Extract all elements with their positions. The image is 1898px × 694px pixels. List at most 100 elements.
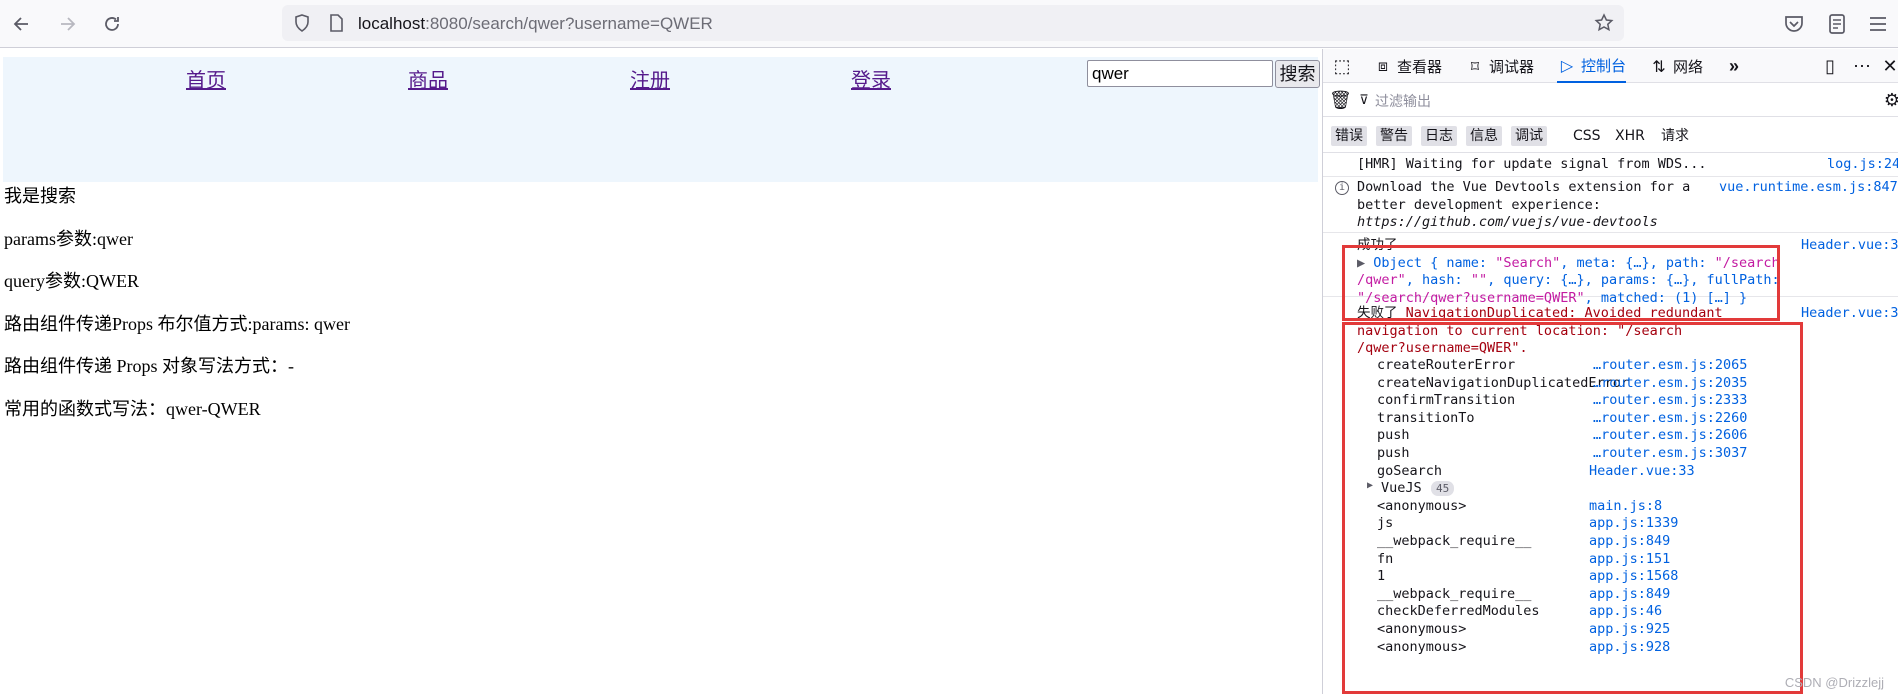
props-boolean-text: 路由组件传递Props 布尔值方式:params: qwer — [4, 314, 350, 334]
stack-frame-function: transitionTo — [1377, 409, 1475, 426]
vue-source-link[interactable]: vue.runtime.esm.js:8473 — [1719, 179, 1898, 195]
tab-debugger-label: 调试器 — [1489, 57, 1535, 76]
nav-home-link[interactable]: 首页 — [186, 64, 226, 93]
params-text: params参数:qwer — [4, 229, 133, 249]
stack-frame-source-link[interactable]: …router.esm.js:2333 — [1593, 392, 1747, 410]
stack-frame-source-link[interactable]: app.js:46 — [1589, 603, 1662, 621]
props-function-text: 常用的函数式写法：qwer-QWER — [4, 399, 261, 419]
stack-frame-source-link[interactable]: app.js:925 — [1589, 621, 1670, 639]
nav-login-link[interactable]: 登录 — [851, 64, 891, 93]
obj-part: , meta: {…}, path: — [1560, 254, 1715, 271]
stack-frame-function: 1 — [1377, 568, 1386, 585]
stack-frame-function: createRouterError — [1377, 357, 1516, 373]
stack-frame-function: <anonymous> — [1377, 638, 1467, 655]
close-icon[interactable]: ✕ — [1879, 55, 1898, 77]
site-header: 首页 商品 注册 登录 搜索 — [3, 57, 1320, 182]
more-tabs-icon[interactable]: » — [1723, 55, 1745, 77]
query-text: query参数:QWER — [4, 271, 139, 291]
tab-console[interactable]: ▷ 控制台 — [1557, 49, 1627, 83]
level-info[interactable]: 信息 — [1466, 126, 1502, 146]
shield-icon[interactable] — [292, 13, 312, 33]
url-text[interactable]: localhost:8080/search/qwer?username=QWER — [358, 14, 713, 34]
hmr-source-link[interactable]: log.js:24 — [1827, 156, 1898, 172]
search-input[interactable] — [1087, 60, 1273, 87]
pick-element-icon[interactable]: ⬚ — [1331, 55, 1353, 77]
browser-toolbar: localhost:8080/search/qwer?username=QWER — [0, 0, 1898, 48]
stack-frame-source-link[interactable]: app.js:928 — [1589, 639, 1670, 657]
info-icon: i — [1335, 181, 1349, 195]
type-requests[interactable]: 请求 — [1657, 126, 1693, 146]
forward-icon[interactable] — [53, 10, 81, 38]
stack-frame-source-link[interactable]: app.js:849 — [1589, 586, 1670, 604]
stack-frame-source-link[interactable]: …router.esm.js:2065 — [1593, 357, 1747, 375]
stack-frame-source-link[interactable]: …router.esm.js:2606 — [1593, 427, 1747, 445]
search-button[interactable]: 搜索 — [1275, 60, 1320, 88]
gear-icon[interactable]: ⚙ — [1881, 89, 1898, 111]
type-xhr[interactable]: XHR — [1611, 126, 1649, 146]
level-error[interactable]: 错误 — [1331, 126, 1367, 146]
menu-icon[interactable] — [1866, 12, 1890, 36]
watermark: CSDN @Drizzlejj — [1784, 675, 1884, 690]
stack-frame-source-link[interactable]: …router.esm.js:2260 — [1593, 410, 1747, 428]
stack-frame-source-link[interactable]: …router.esm.js:2035 — [1593, 375, 1747, 393]
level-warning[interactable]: 警告 — [1376, 126, 1412, 146]
failure-source-link[interactable]: Header.vue:33 — [1801, 305, 1898, 321]
stack-frame-source-link[interactable]: main.js:8 — [1589, 498, 1662, 516]
expand-triangle-icon[interactable]: ▶ — [1357, 255, 1373, 271]
nav-register-link[interactable]: 注册 — [630, 64, 670, 93]
devtools-panel: ⬚ ⧈查看器 ⌑调试器 ▷控制台 ⇅网络 » ▯ ⋯ ✕ 🗑 ⊽ 过滤输出 ⚙ … — [1322, 49, 1898, 694]
success-object-line1[interactable]: ▶ Object { name: "Search", meta: {…}, pa… — [1357, 255, 1780, 273]
search-title: 我是搜索 — [4, 186, 76, 206]
reload-icon[interactable] — [98, 10, 126, 38]
pocket-icon[interactable] — [1782, 12, 1806, 36]
stack-frame-function: <anonymous> — [1377, 621, 1467, 637]
tab-debugger[interactable]: ⌑ 调试器 — [1465, 49, 1534, 83]
obj-part: Object { name: — [1373, 254, 1496, 271]
tab-console-label: 控制台 — [1581, 56, 1627, 75]
vue-devtools-url[interactable]: https://github.com/vuejs/vue-devtools — [1357, 214, 1658, 232]
tab-inspector-label: 查看器 — [1397, 57, 1443, 76]
tab-inspector[interactable]: ⧈ 查看器 — [1373, 49, 1442, 83]
url-path: :8080/search/qwer?username=QWER — [425, 14, 713, 33]
console-message-vue-devtools: i Download the Vue Devtools extension fo… — [1323, 177, 1898, 233]
page-info-icon[interactable] — [326, 13, 346, 33]
nav-goods-link[interactable]: 商品 — [408, 64, 448, 93]
obj-hash: "" — [1470, 272, 1488, 288]
failure-error-text: NavigationDuplicated: Avoided redundant — [1405, 305, 1723, 321]
url-host: localhost — [358, 14, 426, 33]
filter-icon: ⊽ — [1359, 92, 1369, 107]
bookmark-star-icon[interactable] — [1594, 13, 1614, 33]
level-log[interactable]: 日志 — [1421, 126, 1457, 146]
console-message-success: 成功了 ▶ Object { name: "Search", meta: {…}… — [1323, 233, 1898, 306]
stack-frame-source-link[interactable]: app.js:1339 — [1589, 515, 1678, 533]
stack-frame-function: __webpack_require__ — [1377, 585, 1532, 602]
expand-triangle-icon[interactable]: ▶ — [1367, 480, 1373, 491]
stack-frame-source-link[interactable]: Header.vue:33 — [1589, 463, 1695, 481]
devtools-tabbar: ⬚ ⧈ 查看器 ⌑ 调试器 ▷ 控制台 ⇅ 网络 » ▯ ⋯ ✕ — [1323, 49, 1898, 83]
obj-name: "Search" — [1495, 254, 1561, 271]
success-source-link[interactable]: Header.vue:33 — [1801, 237, 1898, 253]
stack-frame-source-link[interactable]: app.js:849 — [1589, 533, 1670, 551]
tab-network[interactable]: ⇅ 网络 — [1649, 49, 1703, 83]
back-icon[interactable] — [8, 10, 36, 38]
filter-input[interactable]: 过滤输出 — [1375, 91, 1431, 111]
reader-icon[interactable] — [1825, 12, 1849, 36]
trash-icon[interactable]: 🗑 — [1329, 89, 1352, 111]
stack-frame-source-link[interactable]: app.js:151 — [1589, 551, 1670, 569]
stack-frame-source-link[interactable]: app.js:1568 — [1589, 568, 1678, 586]
stack-frame-function: checkDeferredModules — [1377, 603, 1540, 620]
type-css[interactable]: CSS — [1569, 126, 1605, 146]
dock-icon[interactable]: ▯ — [1819, 55, 1841, 77]
address-bar[interactable]: localhost:8080/search/qwer?username=QWER — [282, 5, 1624, 41]
stack-frame-function: push — [1377, 445, 1410, 461]
obj-part: , query: {…}, params: {…}, fullPath: — [1487, 272, 1780, 288]
console-level-filters: 错误 警告 日志 信息 调试 CSS XHR 请求 — [1323, 117, 1898, 153]
options-icon[interactable]: ⋯ — [1851, 55, 1873, 77]
stack-frame-source-link[interactable]: …router.esm.js:3037 — [1593, 445, 1747, 463]
level-debug[interactable]: 调试 — [1511, 126, 1547, 146]
obj-path: /qwer" — [1357, 272, 1406, 288]
vue-line2: better development experience: — [1357, 196, 1601, 213]
hmr-text: [HMR] Waiting for update signal from WDS… — [1357, 156, 1707, 172]
debugger-icon: ⌑ — [1470, 56, 1480, 76]
page-content: 首页 商品 注册 登录 搜索 我是搜索 params参数:qwer query参… — [0, 49, 1322, 694]
